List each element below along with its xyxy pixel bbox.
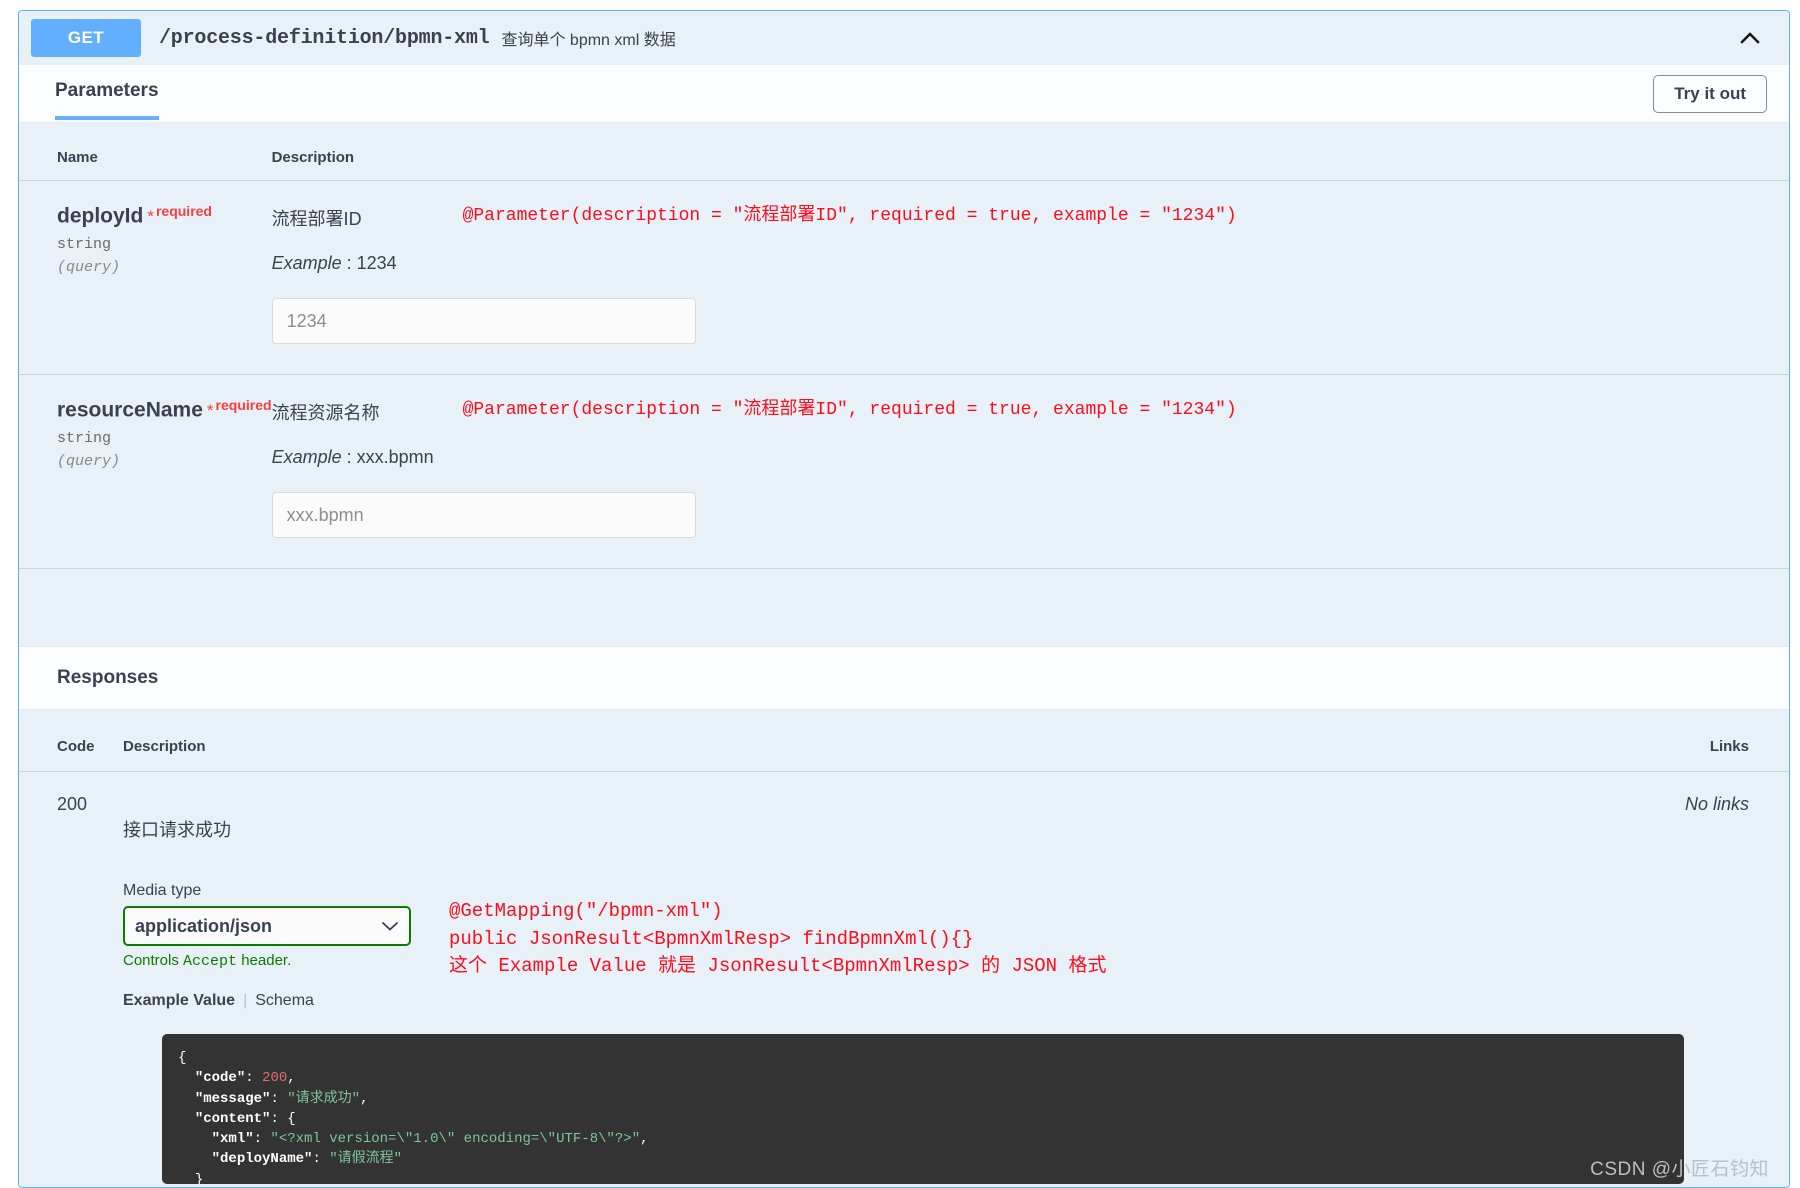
search-input-resourcename[interactable]: [271, 492, 696, 538]
table-row: resourceName * required string (query) 流程资…: [19, 374, 1789, 568]
parameter-type: string: [57, 430, 112, 448]
required-label: required: [215, 397, 272, 413]
parameter-name-cell: deployId * required string (query): [19, 180, 272, 375]
chevron-up-icon[interactable]: [1737, 25, 1763, 51]
json-key-message: "message": [194, 1090, 271, 1107]
responses-table: Code Description Links 200 接口请求成功 Media …: [19, 710, 1789, 1010]
tab-separator: |: [243, 992, 248, 1009]
parameter-example-label: Example: [271, 447, 342, 467]
search-input-deployid[interactable]: [271, 298, 696, 344]
responses-title: Responses: [57, 667, 159, 688]
parameters-body: Name Description deployId * required strin…: [19, 123, 1789, 646]
try-it-out-button[interactable]: Try it out: [1653, 75, 1767, 113]
parameter-name-cell: resourceName * required string (query): [19, 374, 272, 568]
parameter-location: (query): [57, 259, 121, 277]
parameter-example-label: Example: [271, 253, 342, 273]
parameter-annotation: @Parameter(description = "流程部署ID", requi…: [462, 206, 1237, 226]
parameter-description-cell: 流程部署ID @Parameter(description = "流程部署ID"…: [271, 180, 1789, 375]
parameter-description: 流程资源名称: [271, 403, 380, 423]
parameter-example-sep: :: [341, 447, 357, 467]
json-open-brace: {: [178, 1050, 187, 1066]
json-key-content: "content": [194, 1110, 271, 1127]
media-type-value: application/json: [135, 915, 273, 936]
column-header-description: Description: [123, 738, 206, 755]
required-label: required: [155, 203, 212, 219]
http-method-badge: GET: [31, 19, 141, 57]
example-value-code-block[interactable]: { "code": 200, "message": "请求成功", "conte…: [162, 1034, 1684, 1184]
column-header-name: Name: [57, 149, 98, 166]
parameter-example-value: 1234: [356, 253, 397, 273]
response-description-cell: 接口请求成功 Media type application/json Contr…: [123, 771, 1649, 1010]
response-links: No links: [1649, 771, 1789, 1010]
json-value-message: "请求成功": [287, 1090, 361, 1107]
column-header-links: Links: [1709, 738, 1749, 755]
accept-hint-post: header.: [237, 952, 292, 969]
parameter-description: 流程部署ID: [271, 209, 362, 229]
parameters-table-head: Name Description: [19, 123, 1789, 181]
media-type-column: Media type application/json Controls Acc…: [123, 882, 423, 1010]
media-type-row: Media type application/json Controls Acc…: [123, 882, 1649, 1010]
parameter-location: (query): [57, 453, 121, 471]
table-row: deployId * required string (query) 流程部署ID …: [19, 180, 1789, 375]
json-value-code: 200: [262, 1070, 288, 1087]
tab-example-value[interactable]: Example Value: [123, 992, 235, 1009]
operation-block: GET /process-definition/bpmn-xml 查询单个 bp…: [18, 10, 1790, 1188]
parameters-table: Name Description deployId * required strin…: [19, 123, 1789, 568]
responses-body: Code Description Links 200 接口请求成功 Media …: [19, 710, 1789, 1187]
required-star: *: [206, 401, 214, 421]
parameter-type: string: [57, 236, 112, 254]
parameter-example-value: xxx.bpmn: [356, 447, 434, 467]
parameters-header: Parameters Try it out: [19, 65, 1789, 123]
parameter-description-cell: 流程资源名称 @Parameter(description = "流程部署ID"…: [271, 374, 1789, 568]
media-type-label: Media type: [123, 882, 202, 899]
json-key-xml: "xml": [211, 1131, 254, 1148]
responses-header: Responses: [19, 646, 1789, 710]
accept-hint-code: Accept: [183, 953, 238, 970]
operation-summary-bar[interactable]: GET /process-definition/bpmn-xml 查询单个 bp…: [19, 11, 1789, 65]
accept-hint-pre: Controls: [123, 952, 184, 969]
parameter-example: Example : 1234: [272, 253, 1789, 274]
column-header-description: Description: [271, 149, 355, 166]
json-key-code: "code": [194, 1070, 246, 1087]
response-annotation: @GetMapping("/bpmn-xml") public JsonResu…: [449, 900, 1107, 978]
response-code: 200: [19, 771, 123, 1010]
accept-header-hint: Controls Accept header.: [123, 952, 423, 970]
column-header-code: Code: [57, 738, 95, 755]
parameter-annotation: @Parameter(description = "流程部署ID", requi…: [462, 400, 1237, 420]
media-type-select[interactable]: application/json: [123, 906, 411, 946]
parameters-bottom-spacer: [19, 568, 1789, 646]
responses-table-head: Code Description Links: [19, 710, 1789, 772]
json-close-brace-inner: }: [194, 1171, 204, 1184]
parameter-name: resourceName: [57, 398, 203, 422]
operation-summary-text: 查询单个 bpmn xml 数据: [501, 32, 676, 49]
parameter-name: deployId: [57, 204, 144, 228]
tab-schema[interactable]: Schema: [255, 992, 314, 1009]
table-row: 200 接口请求成功 Media type application/json C…: [19, 771, 1789, 1010]
tab-parameters[interactable]: Parameters: [55, 67, 159, 120]
chevron-down-icon: [381, 916, 399, 937]
parameter-example: Example : xxx.bpmn: [272, 447, 1789, 468]
json-value-xml: "<?xml version=\"1.0\" encoding=\"UTF-8\…: [270, 1131, 641, 1148]
json-key-deployname: "deployName": [211, 1151, 313, 1168]
json-value-deployname: "请假流程": [329, 1151, 403, 1168]
operation-path: /process-definition/bpmn-xml: [159, 26, 490, 50]
example-schema-tabs: Example Value | Schema: [123, 992, 423, 1010]
parameter-example-sep: :: [341, 253, 357, 273]
response-description: 接口请求成功: [123, 820, 231, 840]
required-star: *: [147, 207, 154, 227]
